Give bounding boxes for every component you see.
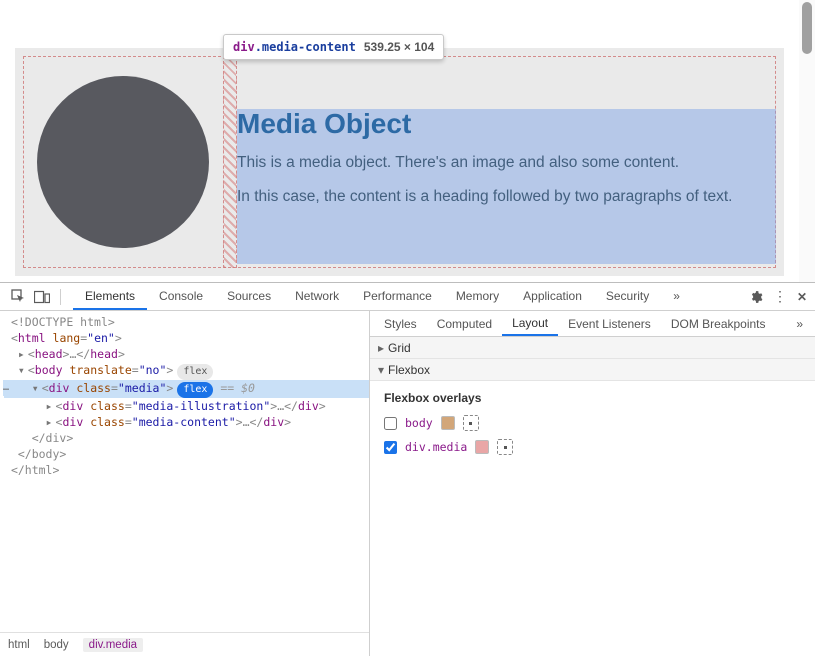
media-container: Media Object This is a media object. The… [15,48,784,276]
crumb-html[interactable]: html [8,639,30,651]
tab-elements[interactable]: Elements [73,283,147,310]
styles-sidebar: Styles Computed Layout Event Listeners D… [370,311,815,656]
overlay-settings-icon[interactable] [463,415,479,431]
crumb-body[interactable]: body [44,639,69,651]
tabs-overflow[interactable]: » [661,283,692,310]
overlay-checkbox-body[interactable] [384,417,397,430]
inspect-tooltip: div.media-content 539.25 × 104 [223,34,444,60]
flex-gap-hatch [223,56,237,268]
page-preview: Media Object This is a media object. The… [0,0,815,282]
accordion-flexbox[interactable]: ▾Flexbox [370,359,815,381]
selected-node[interactable]: ▾<div class="media">flex == $0 [4,380,369,398]
tab-security[interactable]: Security [594,283,661,310]
media-illustration [23,56,223,268]
media-paragraph-1: This is a media object. There's an image… [237,154,776,172]
inspect-element-icon[interactable] [8,287,28,307]
media-content: Media Object This is a media object. The… [237,56,776,268]
kebab-menu-icon[interactable]: ⋮ [773,288,787,305]
accordion-grid[interactable]: ▸Grid [370,337,815,359]
overlay-row-body: body [384,415,801,431]
close-icon[interactable]: ✕ [797,290,807,304]
tab-application[interactable]: Application [511,283,594,310]
media-flex: Media Object This is a media object. The… [23,56,776,268]
gear-icon[interactable] [749,290,763,304]
device-toolbar-icon[interactable] [32,287,52,307]
dom-tree[interactable]: <!DOCTYPE html> <html lang="en"> ▸<head>… [0,311,369,632]
preview-scrollbar[interactable] [799,0,815,282]
tab-console[interactable]: Console [147,283,215,310]
devtools: Elements Console Sources Network Perform… [0,282,815,656]
tab-performance[interactable]: Performance [351,283,444,310]
sidebar-tabs-overflow[interactable]: » [788,317,811,331]
devtools-toolbar: Elements Console Sources Network Perform… [0,283,815,311]
tab-memory[interactable]: Memory [444,283,511,310]
devtools-panel-tabs: Elements Console Sources Network Perform… [73,283,692,310]
sidebar-tabs: Styles Computed Layout Event Listeners D… [370,311,815,337]
side-tab-computed[interactable]: Computed [427,312,502,335]
overlay-label-body[interactable]: body [405,416,433,430]
media-heading: Media Object [237,108,776,140]
overlay-label-media[interactable]: div.media [405,440,467,454]
flexbox-overlays-section: Flexbox overlays body div.media [370,381,815,473]
overlay-row-media: div.media [384,439,801,455]
side-tab-layout[interactable]: Layout [502,311,558,336]
tab-sources[interactable]: Sources [215,283,283,310]
crumb-current[interactable]: div.media [83,638,143,652]
color-swatch[interactable] [441,416,455,430]
tab-network[interactable]: Network [283,283,351,310]
flex-badge-active[interactable]: flex [177,382,213,398]
circle-placeholder [37,76,209,248]
breadcrumb: html body div.media [0,632,369,656]
side-tab-styles[interactable]: Styles [374,312,427,335]
tooltip-dimensions: 539.25 × 104 [364,40,434,54]
color-swatch[interactable] [475,440,489,454]
flexbox-overlays-heading: Flexbox overlays [384,391,801,405]
overlay-settings-icon[interactable] [497,439,513,455]
media-paragraph-2: In this case, the content is a heading f… [237,188,776,206]
side-tab-listeners[interactable]: Event Listeners [558,312,661,335]
elements-panel: <!DOCTYPE html> <html lang="en"> ▸<head>… [0,311,370,656]
overlay-checkbox-media[interactable] [384,441,397,454]
side-tab-dombp[interactable]: DOM Breakpoints [661,312,776,335]
flex-badge[interactable]: flex [177,364,213,380]
